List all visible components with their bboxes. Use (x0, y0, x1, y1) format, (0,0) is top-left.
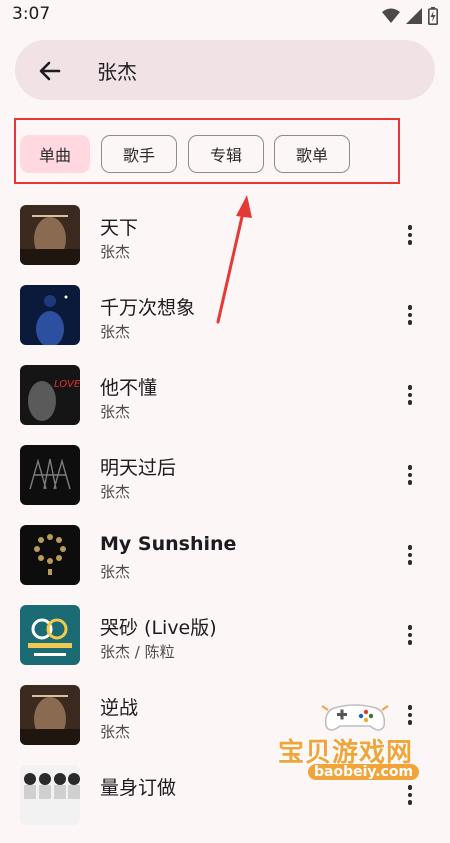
album-cover (20, 205, 80, 265)
album-cover (20, 605, 80, 665)
search-bar[interactable]: 张杰 (15, 40, 435, 100)
song-title: 天下 (100, 217, 139, 239)
song-row[interactable]: 哭砂 (Live版) 张杰 / 陈粒 (0, 603, 450, 683)
song-row[interactable]: My Sunshine 张杰 (0, 523, 450, 603)
album-cover: LOVE (20, 365, 80, 425)
gamepad-icon (321, 704, 389, 731)
song-artist: 张杰 (100, 563, 131, 581)
song-title: 他不懂 (100, 377, 158, 399)
svg-text:LOVE: LOVE (54, 379, 80, 390)
status-icons (382, 7, 438, 25)
more-options-icon[interactable] (398, 301, 422, 329)
filter-chip-albums[interactable]: 专辑 (188, 135, 264, 173)
filter-chip-playlists[interactable]: 歌单 (274, 135, 350, 173)
song-title: 量身订做 (100, 777, 177, 799)
song-artist: 张杰 / 陈粒 (100, 643, 175, 661)
song-artist: 张杰 (100, 243, 131, 261)
more-options-icon[interactable] (398, 221, 422, 249)
signal-icon (406, 8, 422, 24)
more-options-icon[interactable] (398, 381, 422, 409)
song-artist: 张杰 (100, 483, 131, 501)
more-options-icon[interactable] (398, 621, 422, 649)
song-title: 明天过后 (100, 457, 177, 479)
status-time: 3:07 (12, 4, 51, 24)
search-query[interactable]: 张杰 (97, 56, 137, 85)
song-artist: 张杰 (100, 323, 131, 341)
album-cover (20, 525, 80, 585)
song-title: 千万次想象 (100, 297, 196, 319)
battery-icon (428, 7, 438, 25)
more-options-icon[interactable] (398, 461, 422, 489)
song-row[interactable]: 千万次想象 张杰 (0, 283, 450, 363)
wifi-icon (382, 8, 400, 23)
song-row[interactable]: 明天过后 张杰 (0, 443, 450, 523)
song-title: My Sunshine (100, 533, 237, 555)
back-button[interactable] (35, 56, 65, 86)
status-bar: 3:07 (0, 0, 450, 32)
filter-chip-artists[interactable]: 歌手 (101, 135, 177, 173)
song-title: 逆战 (100, 697, 139, 719)
filter-chip-singles[interactable]: 单曲 (20, 135, 90, 173)
watermark-url: baobeiy.com (308, 764, 420, 780)
song-title: 哭砂 (Live版) (100, 617, 217, 639)
watermark: 宝贝游戏网 baobeiy.com (270, 700, 450, 792)
song-artist: 张杰 (100, 723, 131, 741)
song-row[interactable]: 天下 张杰 (0, 203, 450, 283)
song-row[interactable]: LOVE 他不懂 张杰 (0, 363, 450, 443)
song-artist: 张杰 (100, 403, 131, 421)
album-cover (20, 445, 80, 505)
arrow-left-icon (39, 61, 61, 81)
album-cover (20, 765, 80, 825)
more-options-icon[interactable] (398, 541, 422, 569)
album-cover (20, 685, 80, 745)
album-cover (20, 285, 80, 345)
